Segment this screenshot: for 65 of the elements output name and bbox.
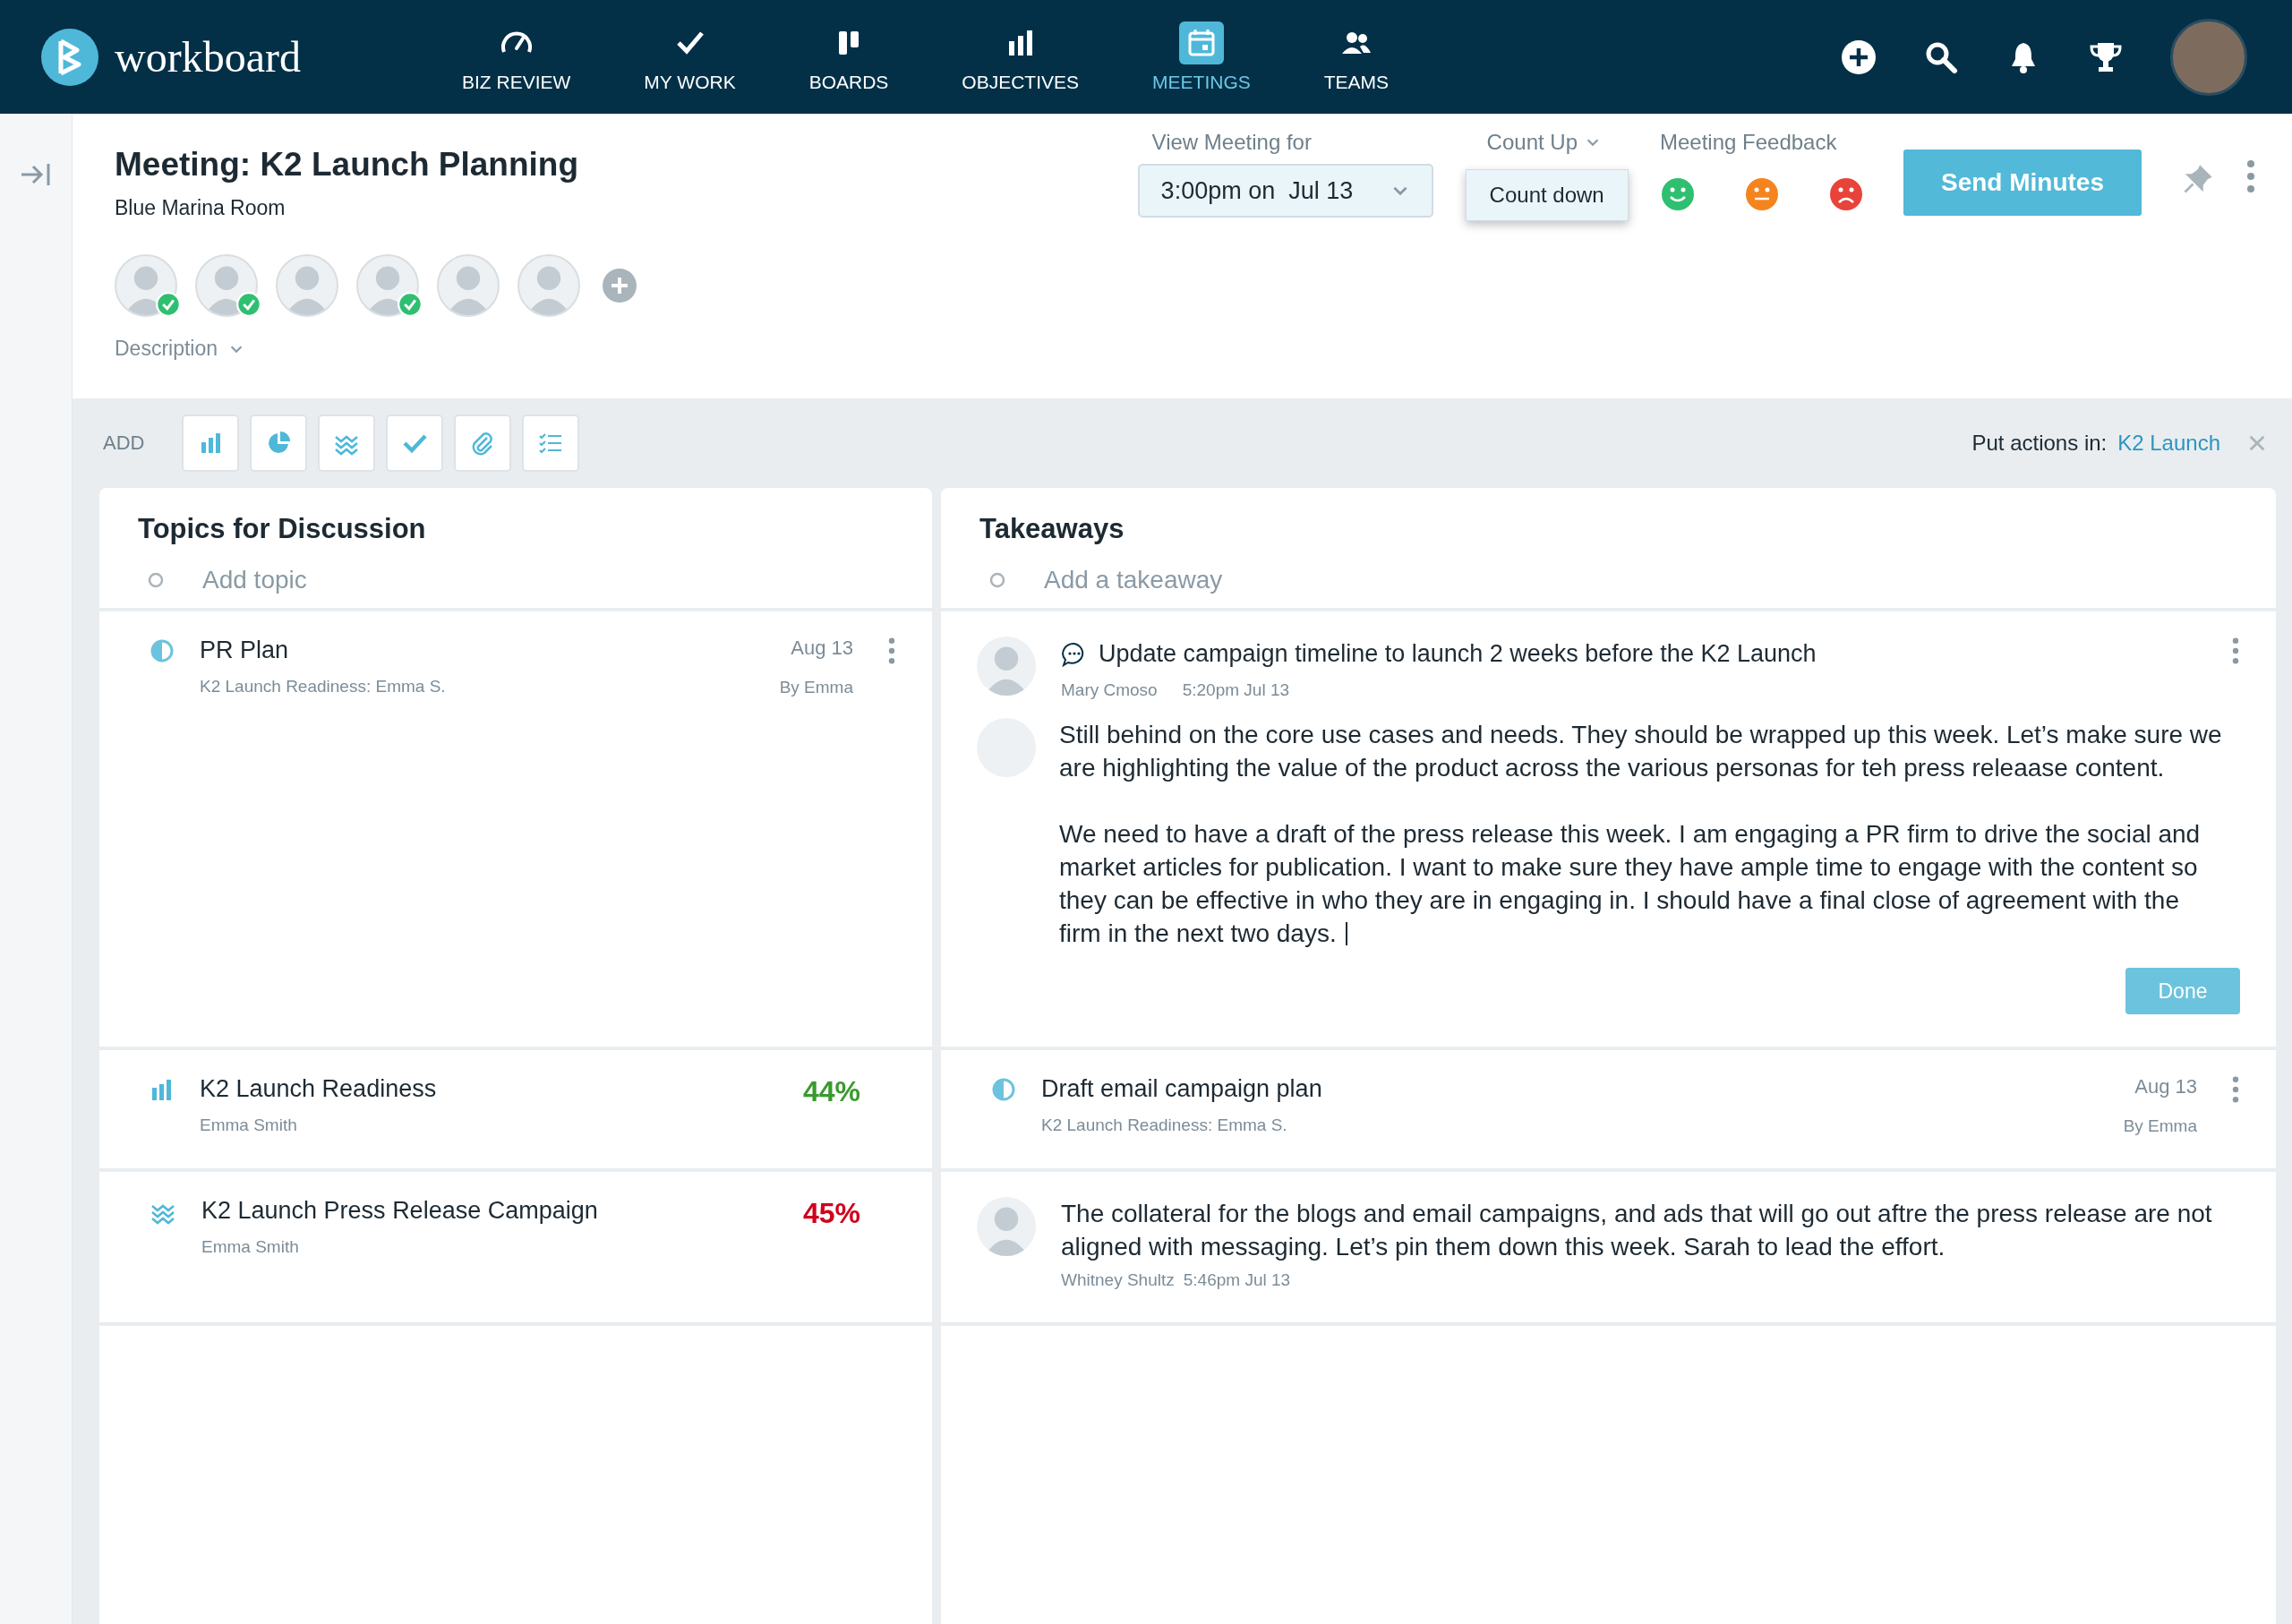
view-meeting-label: View Meeting for — [1150, 130, 1313, 155]
author-name: Whitney Shultz — [1061, 1270, 1175, 1290]
check-badge-icon — [156, 292, 181, 317]
timestamp: 5:20pm Jul 13 — [1182, 680, 1290, 700]
half-circle-icon — [991, 1077, 1016, 1102]
takeaway-title[interactable]: Update campaign timeline to launch 2 weeks before the K2 Launch — [1099, 640, 1817, 668]
owner-label: By Emma — [779, 678, 853, 697]
nav-tab[interactable]: MEETINGS — [1134, 21, 1269, 93]
add-pie-button[interactable] — [250, 415, 308, 472]
nav-tab[interactable]: OBJECTIVES — [944, 21, 1098, 93]
action-subtitle: K2 Launch Readiness: Emma S. — [200, 677, 447, 697]
objective-title[interactable]: K2 Launch Readiness — [200, 1075, 778, 1103]
meeting-room: Blue Marina Room — [115, 196, 286, 220]
timer-mode-dropdown[interactable]: Count Up — [1472, 130, 1606, 155]
check-badge-icon — [236, 292, 261, 317]
author-name: Mary Cmoso — [1061, 680, 1158, 700]
nav-tab[interactable]: BOARDS — [791, 21, 907, 93]
progress-percent: 45% — [802, 1197, 860, 1230]
comment-editor[interactable]: Still behind on the core use cases and needs. They should be wrapped up this week. Let’s make sure we are highlighting the value of the product across the various personas for teh press releaase content. We need to have a draft of the press release this week. I am engaging a PR firm to drive the social and market articles for publication. I want to make sure they have ample time to engage with the content so they can be effective in who they are in engaging in. I should have a final close of agreement with the firm in the next two days. — [1059, 718, 2240, 950]
circle-icon — [147, 571, 165, 589]
half-circle-icon — [150, 638, 175, 663]
more-icon[interactable] — [2231, 637, 2240, 665]
objective-owner: Emma Smith — [200, 1115, 298, 1135]
add-list-button[interactable] — [522, 415, 580, 472]
brand-name: workboard — [115, 32, 301, 81]
action-subtitle: K2 Launch Readiness: Emma S. — [1041, 1115, 1288, 1135]
logo-icon — [41, 28, 98, 86]
nav-tab[interactable]: TEAMS — [1305, 21, 1407, 93]
add-takeaway-field[interactable]: Add a takeaway — [1042, 565, 1583, 595]
timestamp: 5:46pm Jul 13 — [1183, 1270, 1291, 1290]
feedback-label: Meeting Feedback — [1659, 130, 1838, 155]
add-attendee-icon[interactable] — [602, 268, 637, 303]
add-clip-button[interactable] — [454, 415, 512, 472]
circle-icon — [988, 571, 1006, 589]
add-bars-button[interactable] — [182, 415, 240, 472]
objective-owner: Emma Smith — [201, 1237, 300, 1257]
meeting-title: Meeting: K2 Launch Planning — [115, 146, 580, 184]
add-waves-button[interactable] — [318, 415, 376, 472]
add-label: ADD — [103, 432, 145, 455]
more-icon[interactable] — [887, 637, 896, 665]
due-date: Aug 13 — [791, 637, 853, 660]
action-title[interactable]: PR Plan — [200, 637, 755, 664]
objective-title[interactable]: K2 Launch Press Release Campaign — [201, 1197, 778, 1225]
add-icon[interactable] — [1841, 38, 1877, 75]
neutral-face-icon[interactable] — [1744, 176, 1780, 212]
due-date: Aug 13 — [2134, 1075, 2197, 1098]
more-icon[interactable] — [2231, 1075, 2240, 1104]
action-title[interactable]: Draft email campaign plan — [1041, 1075, 2099, 1103]
menu-item[interactable]: Count down — [1489, 183, 1604, 208]
progress-percent: 44% — [802, 1075, 860, 1108]
add-topic-field[interactable]: Add topic — [201, 565, 741, 595]
more-icon[interactable] — [2245, 158, 2256, 194]
nav-tab[interactable]: MY WORK — [626, 21, 754, 93]
sad-face-icon[interactable] — [1828, 176, 1864, 212]
nav-tab[interactable]: BIZ REVIEW — [444, 21, 589, 93]
meeting-time-select[interactable]: 3:00pm on Jul 13 — [1137, 164, 1433, 218]
happy-face-icon[interactable] — [1660, 176, 1696, 212]
owner-label: By Emma — [2123, 1116, 2197, 1136]
check-badge-icon — [398, 292, 423, 317]
note-text: The collateral for the blogs and email campaigns, and ads that will go out aftre the press release are not aligned with messaging. Let’s pin them down this week. Sarah to lead the effort. — [1061, 1199, 2213, 1262]
panel-title: Topics for Discussion — [138, 513, 427, 545]
add-check-button[interactable] — [386, 415, 444, 472]
panel-title: Takeaways — [979, 513, 1125, 545]
put-actions-label: Put actions in: — [1971, 431, 2108, 456]
close-icon[interactable] — [2247, 433, 2267, 453]
